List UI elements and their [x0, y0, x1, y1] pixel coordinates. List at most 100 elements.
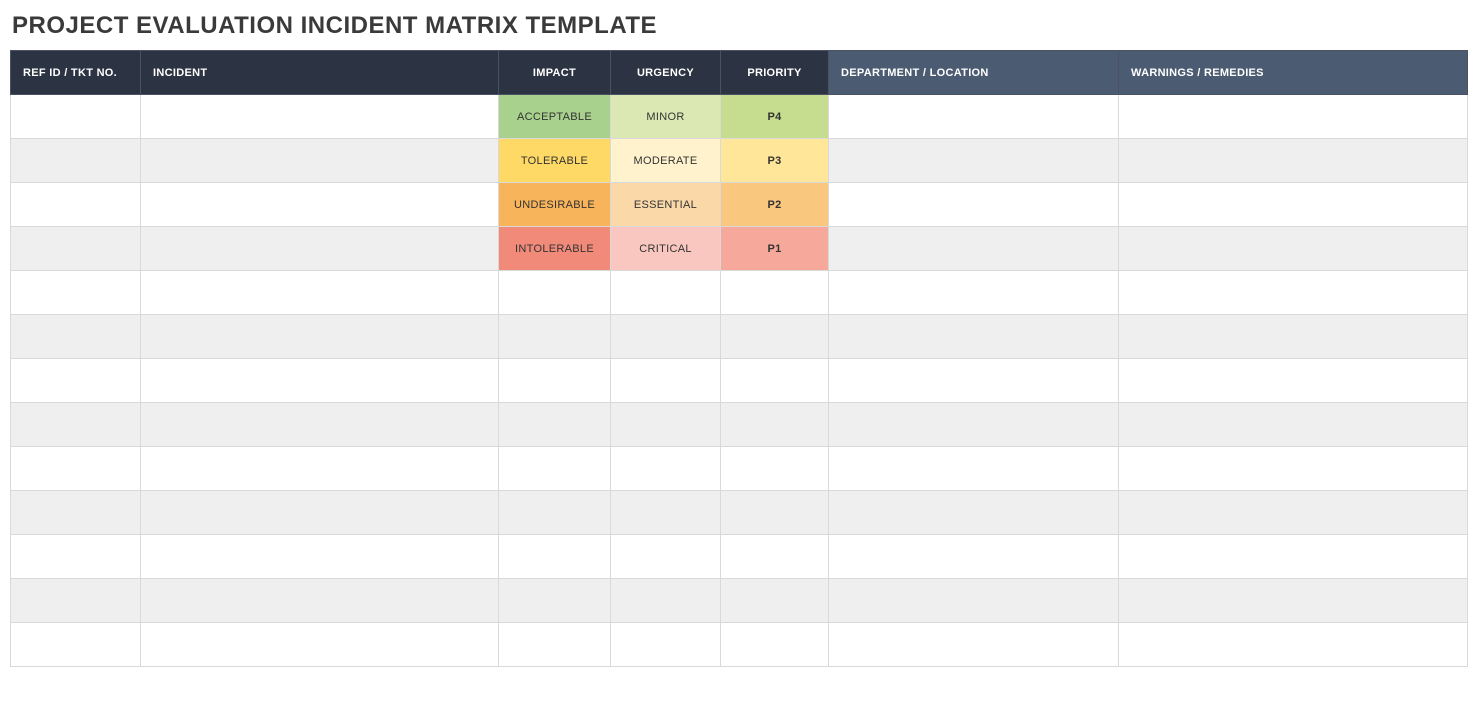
- cell-incident[interactable]: [141, 447, 499, 491]
- cell-priority[interactable]: [721, 315, 829, 359]
- cell-impact[interactable]: [499, 491, 611, 535]
- cell-priority[interactable]: [721, 359, 829, 403]
- cell-ref[interactable]: [11, 535, 141, 579]
- cell-priority[interactable]: P4: [721, 95, 829, 139]
- cell-impact[interactable]: [499, 315, 611, 359]
- cell-incident[interactable]: [141, 535, 499, 579]
- cell-impact[interactable]: ACCEPTABLE: [499, 95, 611, 139]
- cell-impact[interactable]: [499, 403, 611, 447]
- cell-incident[interactable]: [141, 227, 499, 271]
- cell-warnings[interactable]: [1119, 95, 1468, 139]
- cell-warnings[interactable]: [1119, 359, 1468, 403]
- cell-warnings[interactable]: [1119, 139, 1468, 183]
- cell-impact[interactable]: [499, 535, 611, 579]
- cell-ref[interactable]: [11, 271, 141, 315]
- cell-warnings[interactable]: [1119, 183, 1468, 227]
- cell-urgency[interactable]: [611, 315, 721, 359]
- col-ref: REF ID / TKT NO.: [11, 51, 141, 95]
- cell-impact[interactable]: TOLERABLE: [499, 139, 611, 183]
- cell-priority[interactable]: [721, 447, 829, 491]
- cell-ref[interactable]: [11, 403, 141, 447]
- cell-incident[interactable]: [141, 579, 499, 623]
- cell-ref[interactable]: [11, 623, 141, 667]
- cell-department[interactable]: [829, 359, 1119, 403]
- cell-urgency[interactable]: [611, 623, 721, 667]
- cell-ref[interactable]: [11, 315, 141, 359]
- cell-priority[interactable]: [721, 623, 829, 667]
- cell-urgency[interactable]: CRITICAL: [611, 227, 721, 271]
- cell-urgency[interactable]: [611, 403, 721, 447]
- cell-ref[interactable]: [11, 139, 141, 183]
- cell-department[interactable]: [829, 447, 1119, 491]
- cell-impact[interactable]: [499, 579, 611, 623]
- cell-priority[interactable]: P2: [721, 183, 829, 227]
- cell-impact[interactable]: UNDESIRABLE: [499, 183, 611, 227]
- cell-priority[interactable]: [721, 491, 829, 535]
- cell-priority[interactable]: P1: [721, 227, 829, 271]
- cell-department[interactable]: [829, 535, 1119, 579]
- cell-department[interactable]: [829, 623, 1119, 667]
- cell-ref[interactable]: [11, 95, 141, 139]
- cell-priority[interactable]: [721, 579, 829, 623]
- incident-matrix-table: REF ID / TKT NO. INCIDENT IMPACT URGENCY…: [10, 50, 1468, 667]
- cell-ref[interactable]: [11, 579, 141, 623]
- cell-ref[interactable]: [11, 359, 141, 403]
- cell-priority[interactable]: [721, 535, 829, 579]
- table-row: [11, 491, 1468, 535]
- cell-urgency[interactable]: MODERATE: [611, 139, 721, 183]
- cell-warnings[interactable]: [1119, 315, 1468, 359]
- cell-urgency[interactable]: [611, 359, 721, 403]
- cell-department[interactable]: [829, 139, 1119, 183]
- table-row: [11, 403, 1468, 447]
- cell-department[interactable]: [829, 403, 1119, 447]
- cell-urgency[interactable]: [611, 535, 721, 579]
- table-row: [11, 579, 1468, 623]
- cell-priority[interactable]: P3: [721, 139, 829, 183]
- cell-incident[interactable]: [141, 95, 499, 139]
- cell-warnings[interactable]: [1119, 271, 1468, 315]
- cell-department[interactable]: [829, 491, 1119, 535]
- cell-department[interactable]: [829, 271, 1119, 315]
- cell-ref[interactable]: [11, 227, 141, 271]
- cell-warnings[interactable]: [1119, 447, 1468, 491]
- cell-incident[interactable]: [141, 359, 499, 403]
- cell-department[interactable]: [829, 315, 1119, 359]
- table-row: INTOLERABLECRITICALP1: [11, 227, 1468, 271]
- cell-urgency[interactable]: ESSENTIAL: [611, 183, 721, 227]
- cell-department[interactable]: [829, 579, 1119, 623]
- cell-impact[interactable]: [499, 447, 611, 491]
- cell-incident[interactable]: [141, 623, 499, 667]
- cell-department[interactable]: [829, 227, 1119, 271]
- cell-impact[interactable]: [499, 271, 611, 315]
- cell-ref[interactable]: [11, 447, 141, 491]
- cell-urgency[interactable]: [611, 447, 721, 491]
- cell-warnings[interactable]: [1119, 535, 1468, 579]
- cell-warnings[interactable]: [1119, 491, 1468, 535]
- cell-ref[interactable]: [11, 183, 141, 227]
- cell-warnings[interactable]: [1119, 227, 1468, 271]
- cell-incident[interactable]: [141, 403, 499, 447]
- cell-ref[interactable]: [11, 491, 141, 535]
- table-row: [11, 623, 1468, 667]
- cell-impact[interactable]: INTOLERABLE: [499, 227, 611, 271]
- col-incident: INCIDENT: [141, 51, 499, 95]
- cell-urgency[interactable]: [611, 579, 721, 623]
- cell-warnings[interactable]: [1119, 403, 1468, 447]
- cell-incident[interactable]: [141, 315, 499, 359]
- cell-urgency[interactable]: [611, 491, 721, 535]
- cell-incident[interactable]: [141, 491, 499, 535]
- cell-incident[interactable]: [141, 271, 499, 315]
- cell-department[interactable]: [829, 95, 1119, 139]
- cell-priority[interactable]: [721, 403, 829, 447]
- cell-priority[interactable]: [721, 271, 829, 315]
- cell-department[interactable]: [829, 183, 1119, 227]
- cell-warnings[interactable]: [1119, 579, 1468, 623]
- cell-impact[interactable]: [499, 623, 611, 667]
- cell-impact[interactable]: [499, 359, 611, 403]
- col-urgency: URGENCY: [611, 51, 721, 95]
- cell-incident[interactable]: [141, 183, 499, 227]
- cell-urgency[interactable]: [611, 271, 721, 315]
- cell-warnings[interactable]: [1119, 623, 1468, 667]
- cell-incident[interactable]: [141, 139, 499, 183]
- cell-urgency[interactable]: MINOR: [611, 95, 721, 139]
